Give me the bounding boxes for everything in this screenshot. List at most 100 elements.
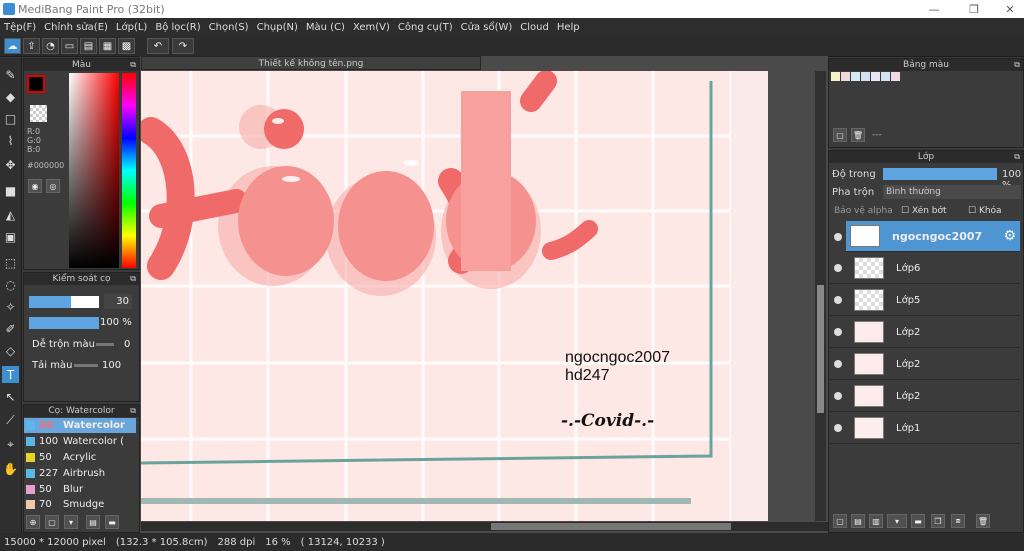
brush-settings-icon[interactable]: ▾ xyxy=(64,515,78,529)
menu-cloud[interactable]: Cloud xyxy=(516,22,553,33)
horizontal-scrollbar[interactable] xyxy=(141,522,828,531)
brush-add-icon[interactable]: ⊕ xyxy=(26,515,40,529)
layer-row-ngocngoc2007[interactable]: ngocngoc2007 ⚙ xyxy=(846,221,1020,252)
menu-layer[interactable]: Lớp(L) xyxy=(112,22,151,33)
signature-text[interactable]: -.-Covid-.- xyxy=(561,411,654,431)
magic-wand-icon[interactable]: ✧ xyxy=(2,298,19,315)
layer-menu-icon[interactable]: ▾ xyxy=(887,514,907,528)
eraser-tool-icon[interactable]: ◆ xyxy=(2,88,19,105)
redo-button[interactable]: ↷ xyxy=(172,38,194,54)
duplicate-layer-icon[interactable]: ❐ xyxy=(931,514,945,528)
text-layer-line1[interactable]: ngocngoc2007 xyxy=(565,349,670,367)
polyline-tool-icon[interactable]: ⌇ xyxy=(2,132,19,149)
saturation-value-picker[interactable] xyxy=(69,73,119,268)
page-icon[interactable]: ▤ xyxy=(80,38,97,54)
lock-checkbox[interactable]: ☐ Khóa xyxy=(968,206,1002,216)
visibility-eye-icon[interactable] xyxy=(834,328,842,336)
menu-capture[interactable]: Chụp(N) xyxy=(253,22,302,33)
palette-swatch[interactable] xyxy=(861,72,870,81)
brush-folder-icon[interactable]: ▬ xyxy=(105,515,119,529)
palette-swatch[interactable] xyxy=(891,72,900,81)
layer-row[interactable]: Lớp2 xyxy=(830,349,1020,380)
brush-copy-icon[interactable]: ▢ xyxy=(45,515,59,529)
close-icon[interactable]: ✕ xyxy=(992,0,1024,18)
menu-file[interactable]: Tệp(F) xyxy=(0,22,40,33)
fill-rect-tool-icon[interactable]: ■ xyxy=(2,182,19,199)
palette-swatch[interactable] xyxy=(831,72,840,81)
panel-pin-icon[interactable]: ⧉ xyxy=(1014,59,1020,71)
menu-help[interactable]: Help xyxy=(553,22,584,33)
vertical-scroll-thumb[interactable] xyxy=(817,285,824,413)
visibility-eye-icon[interactable] xyxy=(834,264,842,272)
text-tool-icon[interactable]: T xyxy=(2,366,19,383)
palette-swatch[interactable] xyxy=(871,72,880,81)
select-tool-icon[interactable]: ⬚ xyxy=(2,254,19,271)
delete-layer-icon[interactable]: 🗑 xyxy=(976,514,990,528)
delete-palette-icon[interactable]: 🗑 xyxy=(851,128,865,142)
select-pen-icon[interactable]: ✐ xyxy=(2,320,19,337)
move-tool-icon[interactable]: ✥ xyxy=(2,156,19,173)
brush-import-icon[interactable]: ▤ xyxy=(86,515,100,529)
undo-button[interactable]: ↶ xyxy=(147,38,169,54)
palette-icon[interactable]: ◉ xyxy=(28,179,42,193)
divide-tool-icon[interactable]: ⟋ xyxy=(2,412,19,429)
eyedropper-icon[interactable]: ⌖ xyxy=(2,436,19,453)
vertical-scrollbar[interactable] xyxy=(815,71,826,521)
layer-row[interactable]: Lớp6 xyxy=(830,253,1020,284)
hue-slider[interactable] xyxy=(122,73,136,268)
text-layer-line2[interactable]: hd247 xyxy=(565,367,670,385)
palette-swatch[interactable] xyxy=(841,72,850,81)
rectangle-tool-icon[interactable]: □ xyxy=(2,110,19,127)
visibility-eye-icon[interactable] xyxy=(834,424,842,432)
layer-folder-icon[interactable]: ▬ xyxy=(911,514,925,528)
merge-layer-icon[interactable]: ⧈ xyxy=(951,514,965,528)
new-layer-icon[interactable]: ▢ xyxy=(833,514,847,528)
menu-window[interactable]: Cửa sổ(W) xyxy=(457,22,517,33)
artboard[interactable]: ngocngoc2007 hd247 -.-Covid-.- xyxy=(141,71,768,521)
menu-select[interactable]: Chọn(S) xyxy=(205,22,253,33)
menu-color[interactable]: Màu (C) xyxy=(302,22,349,33)
new-8bit-layer-icon[interactable]: ▥ xyxy=(869,514,883,528)
palette-swatch[interactable] xyxy=(851,72,860,81)
new-halftone-layer-icon[interactable]: ▤ xyxy=(851,514,865,528)
panel-pin-icon[interactable]: ⧉ xyxy=(130,405,136,417)
minimize-icon[interactable]: — xyxy=(916,0,952,18)
brush-size-slider[interactable] xyxy=(29,296,99,308)
menu-tools[interactable]: Công cụ(T) xyxy=(394,22,457,33)
layer-row[interactable]: Lớp2 xyxy=(830,317,1020,348)
gradient-tool-icon[interactable]: ▣ xyxy=(2,228,19,245)
brush-item[interactable]: 70 Smudge xyxy=(24,498,136,510)
brush-item[interactable]: 100 Watercolor ( xyxy=(24,434,136,449)
clipping-checkbox[interactable]: ☐ Xén bớt xyxy=(901,206,947,216)
panel-pin-icon[interactable]: ⧉ xyxy=(130,273,136,285)
reload-slider[interactable] xyxy=(74,364,98,367)
alpha-protect-checkbox[interactable]: Bảo vệ alpha xyxy=(834,206,893,216)
upload-icon[interactable]: ⇪ xyxy=(23,38,40,54)
menu-view[interactable]: Xem(V) xyxy=(349,22,394,33)
blend-slider[interactable] xyxy=(96,343,114,346)
new-palette-icon[interactable]: ▢ xyxy=(833,128,847,142)
brush-size-value[interactable]: 30 xyxy=(104,294,132,309)
brush-item[interactable]: 30 Watercolor xyxy=(24,418,136,433)
palette-swatch[interactable] xyxy=(881,72,890,81)
gear-icon[interactable]: ⚙ xyxy=(1003,228,1016,244)
panel-pin-icon[interactable]: ⧉ xyxy=(130,59,136,71)
grid-settings-icon[interactable]: ▩ xyxy=(118,38,135,54)
grid-icon[interactable]: ▦ xyxy=(99,38,116,54)
bucket-tool-icon[interactable]: ◭ xyxy=(2,206,19,223)
comment-icon[interactable]: ◔ xyxy=(42,38,59,54)
panel-pin-icon[interactable]: ⧉ xyxy=(1014,151,1020,163)
brush-opacity-slider[interactable] xyxy=(29,317,99,329)
document-tab[interactable]: Thiết kế không tên.png xyxy=(141,56,481,70)
layer-row[interactable]: Lớp2 xyxy=(830,381,1020,412)
visibility-eye-icon[interactable] xyxy=(834,296,842,304)
cloud-icon[interactable]: ☁ xyxy=(4,38,21,54)
menu-edit[interactable]: Chỉnh sửa(E) xyxy=(40,22,112,33)
visibility-eye-icon[interactable] xyxy=(834,360,842,368)
layer-row[interactable]: Lớp5 xyxy=(830,285,1020,316)
transparent-color-swatch[interactable] xyxy=(30,105,47,122)
visibility-eye-icon[interactable] xyxy=(834,392,842,400)
brush-tool-icon[interactable]: ✎ xyxy=(2,66,19,83)
restore-icon[interactable]: ❐ xyxy=(956,0,992,18)
brush-item[interactable]: 50 Blur xyxy=(24,482,136,497)
